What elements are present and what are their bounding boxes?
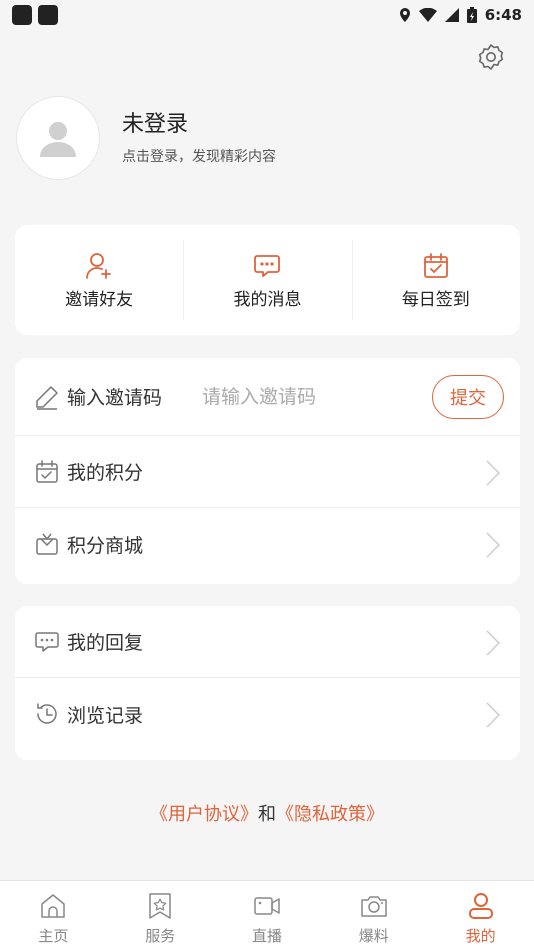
invite-friends-button[interactable]: 邀请好友 <box>15 225 183 335</box>
add-user-icon <box>86 252 112 279</box>
points-mall-label: 积分商城 <box>67 534 144 557</box>
daily-checkin-label: 每日签到 <box>401 289 470 310</box>
my-points-row[interactable]: 我的积分 <box>15 436 520 508</box>
privacy-policy-link[interactable]: 《隐私政策》 <box>276 804 384 825</box>
system-status: 6:48 <box>399 6 522 24</box>
chevron-right-icon <box>486 630 500 656</box>
browse-history-label: 浏览记录 <box>67 704 144 727</box>
profile-text: 未登录 点击登录，发现精彩内容 <box>122 110 276 166</box>
signal-icon <box>444 8 459 22</box>
tab-home-label: 主页 <box>38 927 69 945</box>
chevron-right-icon <box>486 532 500 558</box>
video-camera-icon <box>254 897 280 915</box>
message-icon <box>254 254 281 277</box>
invite-code-input[interactable] <box>202 385 383 408</box>
user-agreement-link[interactable]: 《用户协议》 <box>150 804 258 825</box>
status-bar: 6:48 <box>0 0 534 30</box>
chat-bubble-icon <box>33 628 61 656</box>
profile-header[interactable]: 未登录 点击登录，发现精彩内容 <box>16 96 516 180</box>
invite-code-row: 输入邀请码 提交 <box>15 358 520 436</box>
battery-icon <box>466 7 477 23</box>
points-mall-row[interactable]: 积分商城 <box>15 508 520 580</box>
my-messages-label: 我的消息 <box>233 289 302 310</box>
gift-box-icon <box>33 530 61 558</box>
user-icon <box>468 893 493 919</box>
my-points-label: 我的积分 <box>67 462 144 484</box>
tab-mine[interactable]: 我的 <box>427 881 534 950</box>
agreement-conjunction: 和 <box>258 804 276 825</box>
settings-button[interactable] <box>476 42 506 72</box>
quick-actions-card: 邀请好友 我的消息 每日签到 <box>15 225 520 335</box>
chevron-right-icon <box>486 460 500 486</box>
browse-history-row[interactable]: 浏览记录 <box>15 678 520 750</box>
daily-checkin-button[interactable]: 每日签到 <box>351 225 520 335</box>
calendar-check-icon <box>423 252 448 278</box>
tab-mine-label: 我的 <box>465 927 496 945</box>
star-bookmark-icon <box>149 893 171 919</box>
status-time: 6:48 <box>484 6 522 24</box>
submit-button[interactable]: 提交 <box>432 375 504 419</box>
my-messages-button[interactable]: 我的消息 <box>183 225 351 335</box>
chevron-right-icon <box>486 702 500 728</box>
my-replies-row[interactable]: 我的回复 <box>15 606 520 678</box>
menu-group-activity: 我的回复 浏览记录 <box>15 606 520 760</box>
notification-icon <box>12 5 32 25</box>
tab-report[interactable]: 爆料 <box>320 881 427 950</box>
avatar[interactable] <box>16 96 100 180</box>
points-calendar-icon <box>33 458 61 486</box>
tab-live[interactable]: 直播 <box>214 881 321 950</box>
invite-friends-label: 邀请好友 <box>65 289 134 310</box>
tab-live-label: 直播 <box>251 927 282 945</box>
tab-report-label: 爆料 <box>358 927 389 945</box>
profile-subtitle: 点击登录，发现精彩内容 <box>122 149 276 165</box>
home-icon <box>41 894 66 918</box>
wifi-icon <box>418 8 437 22</box>
tab-services[interactable]: 服务 <box>107 881 214 950</box>
notification-icon <box>38 5 58 25</box>
agreement-links: 《用户协议》和《隐私政策》 <box>0 800 534 826</box>
camera-icon <box>361 896 387 917</box>
my-replies-label: 我的回复 <box>67 632 144 654</box>
history-icon <box>33 700 61 728</box>
menu-group-points: 输入邀请码 提交 我的积分 积分商城 <box>15 358 520 584</box>
pencil-icon <box>33 383 61 411</box>
location-icon <box>399 8 410 22</box>
default-avatar-icon <box>40 122 76 157</box>
tab-home[interactable]: 主页 <box>0 881 107 950</box>
bottom-tab-bar: 主页 服务 直播 爆料 我的 <box>0 880 534 950</box>
invite-code-label: 输入邀请码 <box>67 387 163 409</box>
gear-icon <box>478 44 504 70</box>
tab-services-label: 服务 <box>145 927 176 945</box>
notification-icons <box>12 5 58 25</box>
profile-name: 未登录 <box>122 112 189 137</box>
